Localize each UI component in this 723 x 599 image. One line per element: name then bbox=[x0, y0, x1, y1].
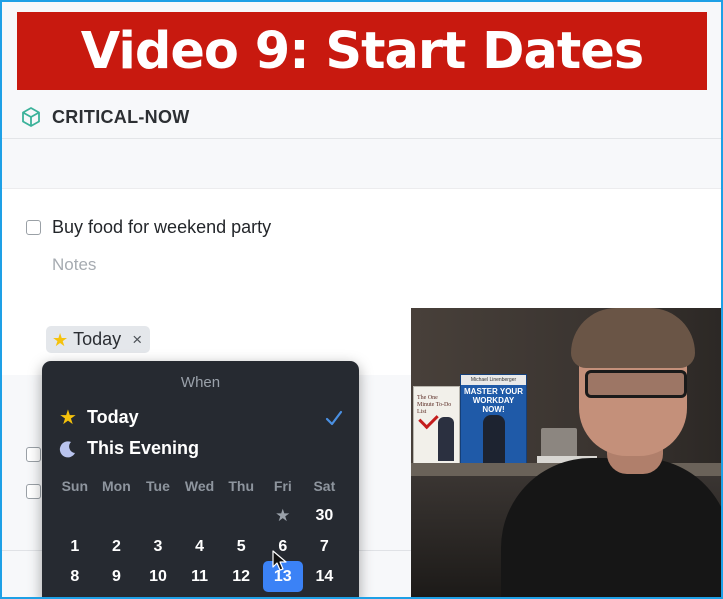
presenter-hair bbox=[571, 308, 695, 368]
when-option-this-evening[interactable]: This Evening bbox=[58, 438, 199, 459]
task-title[interactable]: Buy food for weekend party bbox=[52, 217, 271, 238]
calendar-day[interactable]: 14 bbox=[304, 562, 346, 591]
weekday-label: Mon bbox=[102, 478, 131, 494]
calendar-week: 1 2 3 4 5 6 7 bbox=[54, 532, 354, 561]
weekday-label: Fri bbox=[273, 478, 292, 494]
calendar-day-empty bbox=[220, 501, 262, 530]
star-icon: ★ bbox=[59, 406, 77, 429]
presenter-shirt bbox=[501, 458, 721, 597]
weekday-label: Tue bbox=[146, 478, 170, 494]
weekday-label: Wed bbox=[184, 478, 215, 494]
area-header: CRITICAL-NOW bbox=[2, 98, 721, 139]
calendar-day[interactable]: 11 bbox=[179, 562, 221, 591]
calendar-day[interactable]: 3 bbox=[137, 532, 179, 561]
option-label: This Evening bbox=[87, 438, 200, 458]
presenter-video-overlay: The One Minute To-Do List Michael Linenb… bbox=[411, 308, 721, 597]
mouse-cursor-icon bbox=[272, 550, 287, 571]
calendar-day-empty bbox=[179, 501, 221, 530]
calendar-day[interactable]: 7 bbox=[304, 532, 346, 561]
calendar-week: ★ 30 bbox=[54, 501, 354, 530]
moon-icon bbox=[59, 440, 75, 457]
calendar-day[interactable]: 9 bbox=[96, 562, 138, 591]
shelf-object bbox=[541, 428, 577, 458]
when-option-today[interactable]: ★ Today bbox=[58, 407, 139, 428]
book-cover: Michael Linenberger MASTER YOUR WORKDAY … bbox=[460, 374, 527, 468]
task-checkbox[interactable] bbox=[26, 484, 41, 499]
book-cover: The One Minute To-Do List bbox=[413, 386, 460, 466]
task-notes-field[interactable]: Notes bbox=[52, 255, 96, 275]
task-checkbox[interactable] bbox=[26, 447, 41, 462]
close-icon[interactable]: × bbox=[132, 330, 142, 350]
weekday-label: Thu bbox=[228, 478, 254, 494]
weekday-label: Sat bbox=[313, 478, 336, 494]
calendar-day[interactable]: 5 bbox=[220, 532, 262, 561]
title-banner: Video 9: Start Dates bbox=[17, 12, 707, 90]
book-title: The One Minute To-Do List bbox=[417, 395, 452, 415]
when-popover: When ★ Today This Evening Sun Mon Tue We… bbox=[42, 361, 359, 597]
author-photo bbox=[483, 415, 505, 467]
weekday-label: Sun bbox=[61, 478, 89, 494]
calendar-day[interactable]: 8 bbox=[54, 562, 96, 591]
checkmark-icon bbox=[325, 410, 343, 426]
weekday-header: Sun Mon Tue Wed Thu Fri Sat bbox=[54, 478, 354, 494]
calendar-day-empty bbox=[96, 501, 138, 530]
calendar-day-empty bbox=[137, 501, 179, 530]
banner-title: Video 9: Start Dates bbox=[80, 21, 644, 81]
calendar-day-empty bbox=[54, 501, 96, 530]
today-star-icon[interactable]: ★ bbox=[262, 501, 304, 530]
star-icon: ★ bbox=[52, 329, 69, 350]
when-tag[interactable]: ★ Today × bbox=[46, 326, 151, 353]
option-label: Today bbox=[87, 407, 139, 427]
calendar-day[interactable]: 30 bbox=[304, 501, 346, 530]
area-cube-icon bbox=[22, 107, 40, 127]
calendar-day[interactable]: 2 bbox=[96, 532, 138, 561]
screenshot-frame: Video 9: Start Dates CRITICAL-NOW Buy fo… bbox=[0, 0, 723, 599]
calendar-day[interactable]: 4 bbox=[179, 532, 221, 561]
book-author: Michael Linenberger bbox=[461, 375, 526, 385]
calendar-day[interactable]: 12 bbox=[220, 562, 262, 591]
calendar-week: 8 9 10 11 12 13 14 bbox=[54, 561, 354, 592]
calendar-day[interactable]: 1 bbox=[54, 532, 96, 561]
when-tag-label: Today bbox=[73, 329, 122, 349]
area-title: CRITICAL-NOW bbox=[52, 107, 190, 127]
presenter-glasses bbox=[585, 370, 687, 398]
author-photo bbox=[438, 417, 454, 461]
calendar-day[interactable]: 10 bbox=[137, 562, 179, 591]
book-title: MASTER YOUR WORKDAY NOW! bbox=[464, 387, 523, 414]
popover-heading: When bbox=[180, 374, 221, 391]
task-checkbox[interactable] bbox=[26, 220, 41, 235]
